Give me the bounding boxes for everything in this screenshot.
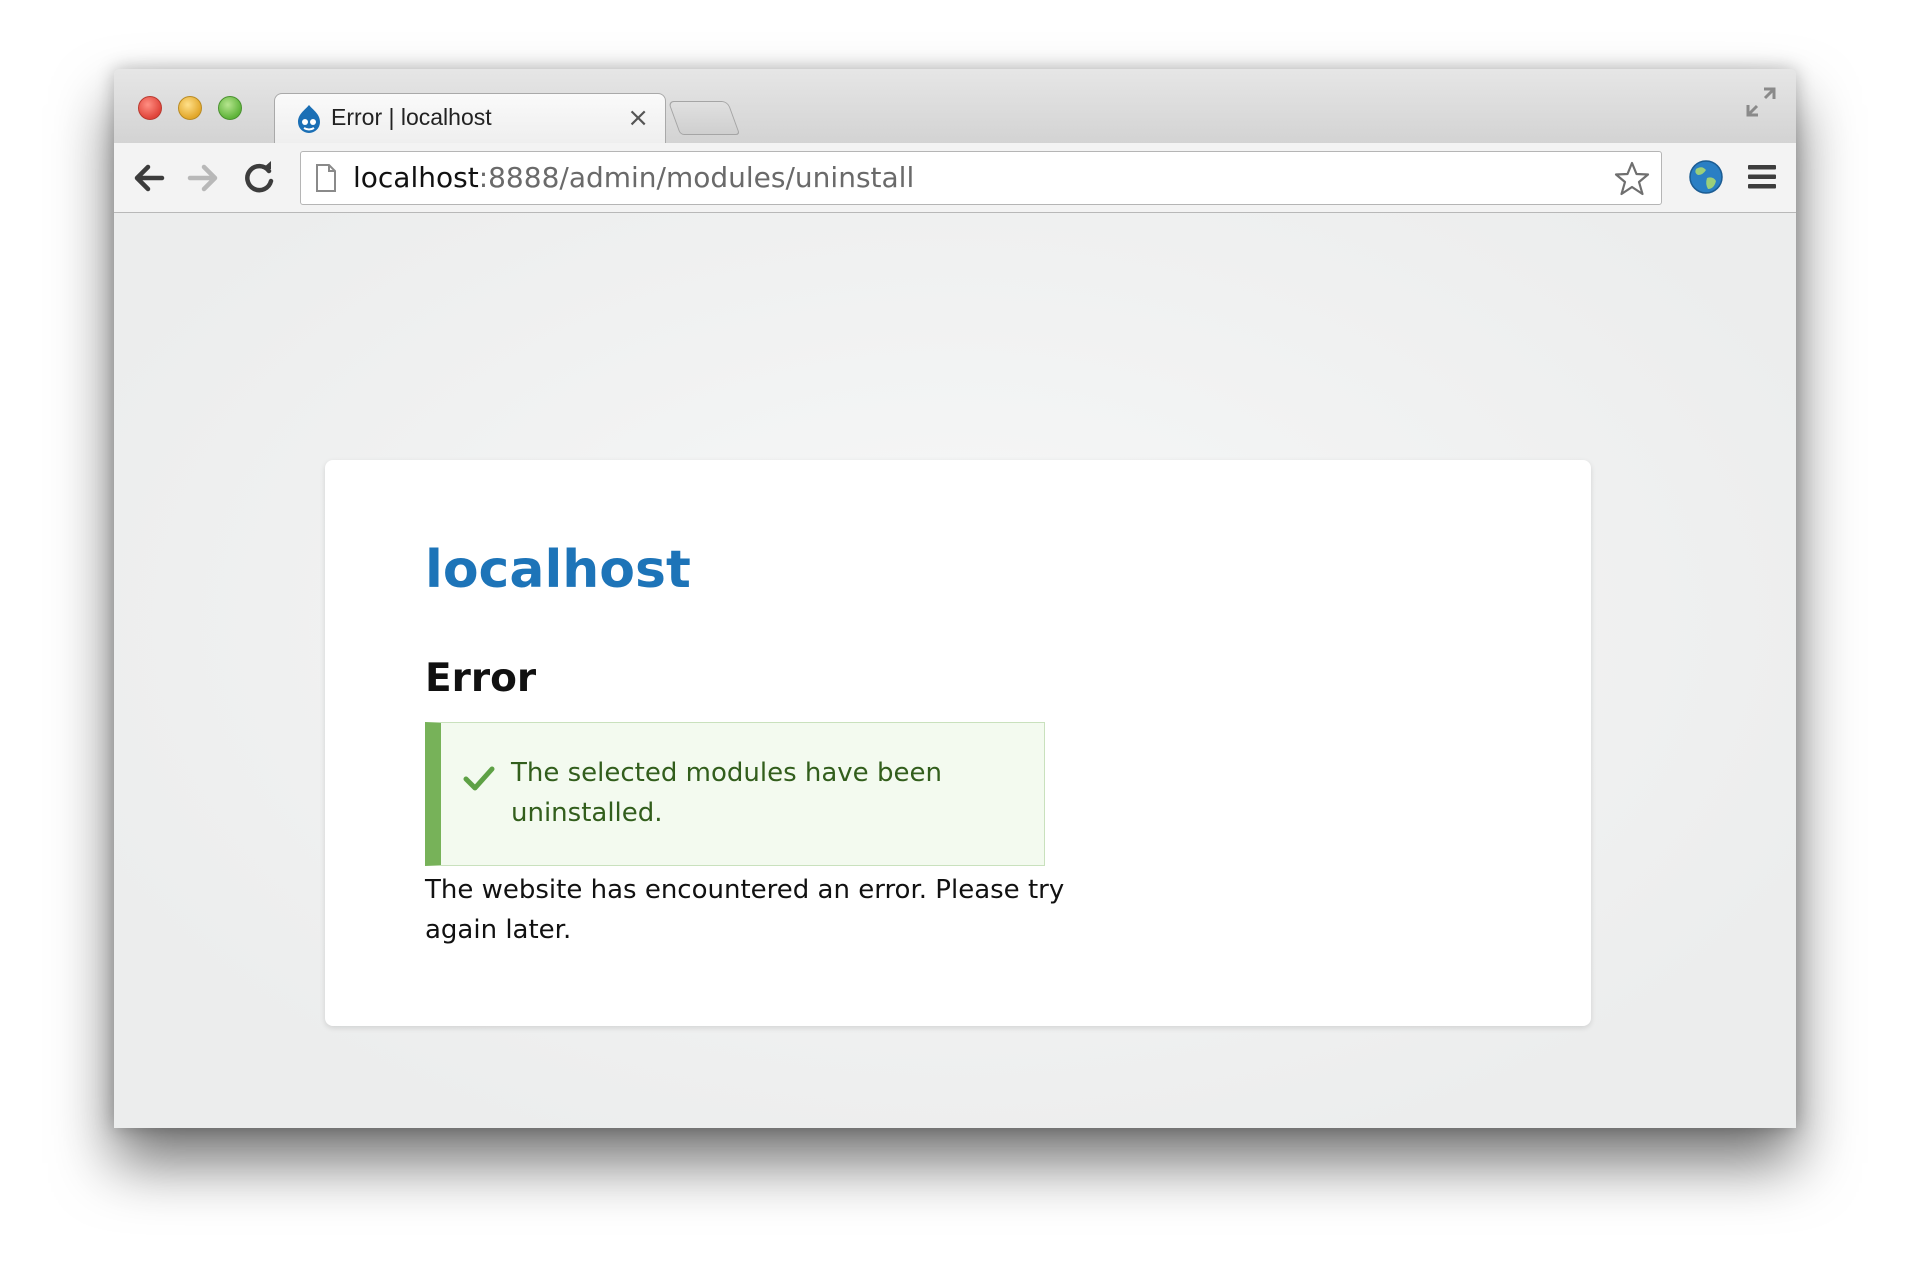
hamburger-menu-icon[interactable] xyxy=(1746,162,1778,192)
page-icon xyxy=(316,164,336,192)
forward-arrow-icon[interactable] xyxy=(184,159,222,197)
page-title: Error xyxy=(425,656,537,701)
browser-window: Error | localhost × localhost:8888/admin… xyxy=(114,69,1796,1128)
browser-tab[interactable]: Error | localhost × xyxy=(274,93,666,145)
status-message: The selected modules have been uninstall… xyxy=(425,722,1045,866)
checkmark-icon xyxy=(463,766,495,791)
tab-title: Error | localhost xyxy=(331,104,492,130)
browser-toolbar: localhost:8888/admin/modules/uninstall xyxy=(114,143,1796,213)
zoom-window-button[interactable] xyxy=(218,96,242,120)
new-tab-button[interactable] xyxy=(667,101,741,135)
status-message-text: The selected modules have been uninstall… xyxy=(511,758,942,828)
url-text: localhost:8888/admin/modules/uninstall xyxy=(353,162,914,194)
close-window-button[interactable] xyxy=(138,96,162,120)
error-message: The website has encountered an error. Pl… xyxy=(425,875,1065,945)
globe-icon[interactable] xyxy=(1688,159,1724,195)
minimize-window-button[interactable] xyxy=(178,96,202,120)
reload-icon[interactable] xyxy=(240,159,278,197)
back-arrow-icon[interactable] xyxy=(130,159,168,197)
address-bar[interactable]: localhost:8888/admin/modules/uninstall xyxy=(300,151,1662,205)
title-bar: Error | localhost × xyxy=(114,69,1796,145)
fullscreen-icon[interactable] xyxy=(1744,85,1778,119)
tab-close-icon[interactable]: × xyxy=(627,102,649,134)
star-icon[interactable] xyxy=(1613,160,1651,198)
content-card: localhost Error The selected modules hav… xyxy=(325,460,1591,1026)
url-host: localhost xyxy=(353,161,479,194)
url-path: :8888/admin/modules/uninstall xyxy=(478,161,915,194)
drupal-drop-icon xyxy=(298,105,320,133)
site-name-link[interactable]: localhost xyxy=(425,540,691,600)
page-viewport: localhost Error The selected modules hav… xyxy=(114,213,1796,1128)
